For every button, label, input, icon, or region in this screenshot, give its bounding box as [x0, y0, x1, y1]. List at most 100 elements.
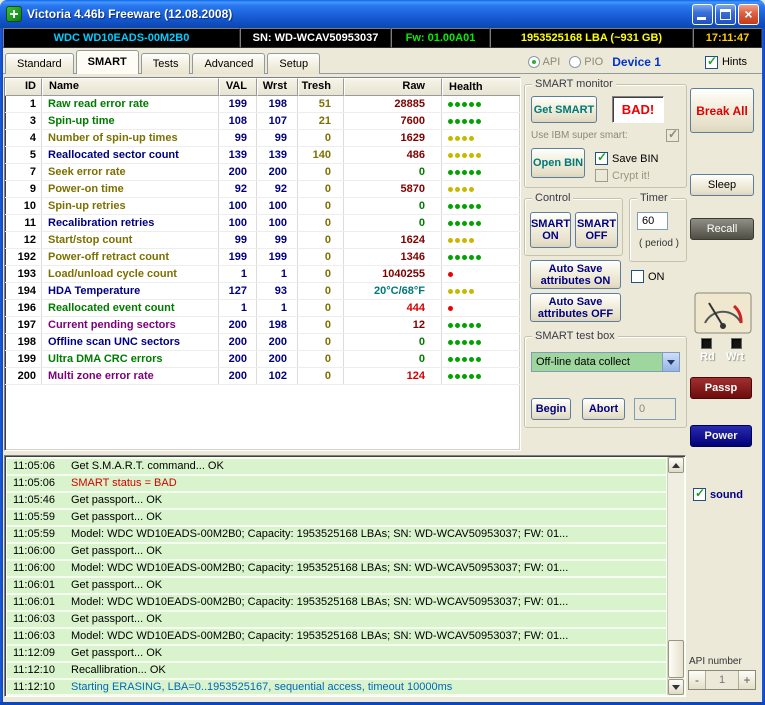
cell-val: 200	[219, 164, 257, 180]
health-dot-icon	[462, 204, 467, 209]
health-dot-icon	[469, 374, 474, 379]
health-dot-icon	[455, 374, 460, 379]
table-row[interactable]: 9Power-on time929205870	[5, 181, 520, 198]
health-dot-icon	[469, 187, 474, 192]
cell-name: Spin-up time	[42, 113, 219, 129]
hints-checkbox[interactable]: ✓	[705, 56, 718, 69]
cell-health	[442, 181, 520, 197]
table-row[interactable]: 4Number of spin-up times999901629	[5, 130, 520, 147]
cell-name: Recalibration retries	[42, 215, 219, 231]
crypt-checkbox[interactable]	[595, 169, 608, 182]
cell-name: Ultra DMA CRC errors	[42, 351, 219, 367]
cell-raw: 20°C/68°F	[344, 283, 442, 299]
get-smart-button[interactable]: Get SMART	[531, 96, 597, 123]
table-row[interactable]: 193Load/unload cycle count1101040255	[5, 266, 520, 283]
tab-tests[interactable]: Tests	[141, 53, 191, 74]
table-row[interactable]: 192Power-off retract count19919901346	[5, 249, 520, 266]
tab-advanced[interactable]: Advanced	[192, 53, 265, 74]
table-row[interactable]: 198Offline scan UNC sectors20020000	[5, 334, 520, 351]
log-panel: 11:05:06Get S.M.A.R.T. command... OK11:0…	[4, 455, 686, 697]
recall-button[interactable]: Recall	[690, 218, 754, 240]
cell-raw: 1624	[344, 232, 442, 248]
smart-on-button[interactable]: SMART ON	[530, 212, 571, 248]
cell-wrst: 92	[257, 181, 298, 197]
passport-button[interactable]: Passp	[690, 377, 752, 399]
tab-setup[interactable]: Setup	[267, 53, 320, 74]
health-dot-icon	[469, 102, 474, 107]
cell-raw: 5870	[344, 181, 442, 197]
table-row[interactable]: 5Reallocated sector count139139140486	[5, 147, 520, 164]
health-dot-icon	[455, 136, 460, 141]
close-icon: ×	[739, 5, 758, 24]
health-dot-icon	[462, 340, 467, 345]
cell-tresh: 0	[298, 266, 344, 282]
pio-radio[interactable]	[569, 56, 581, 68]
scroll-thumb[interactable]	[668, 640, 684, 678]
minimize-button[interactable]	[692, 4, 713, 25]
table-row[interactable]: 10Spin-up retries10010000	[5, 198, 520, 215]
sleep-button[interactable]: Sleep	[690, 174, 754, 196]
close-button[interactable]: ×	[738, 4, 759, 25]
scroll-up-button[interactable]	[668, 457, 684, 473]
health-dot-icon	[455, 153, 460, 158]
api-radio[interactable]	[528, 56, 540, 68]
smart-table: ID Name VAL Wrst Tresh Raw Health 1Raw r…	[4, 77, 521, 451]
save-bin-checkbox[interactable]: ✓	[595, 152, 608, 165]
cell-wrst: 107	[257, 113, 298, 129]
log-time: 11:12:09	[7, 646, 71, 661]
ibm-smart-checkbox[interactable]: ✓	[666, 129, 679, 142]
api-number-decrement-button[interactable]: -	[689, 671, 706, 689]
cell-val: 200	[219, 368, 257, 384]
power-button[interactable]: Power	[690, 425, 752, 447]
sound-checkbox[interactable]: ✓	[693, 488, 706, 501]
table-row[interactable]: 194HDA Temperature12793020°C/68°F	[5, 283, 520, 300]
log-scrollbar[interactable]	[667, 457, 684, 695]
table-row[interactable]: 199Ultra DMA CRC errors20020000	[5, 351, 520, 368]
cell-health	[442, 113, 520, 129]
health-dot-icon	[455, 221, 460, 226]
break-all-button[interactable]: Break All	[690, 88, 754, 133]
table-row[interactable]: 7Seek error rate20020000	[5, 164, 520, 181]
cell-val: 200	[219, 317, 257, 333]
log-lines: 11:05:06Get S.M.A.R.T. command... OK11:0…	[7, 459, 666, 694]
table-row[interactable]: 196Reallocated event count110444	[5, 300, 520, 317]
log-line: 11:05:46Get passport... OK	[7, 493, 666, 508]
api-number-spinner: - 1 +	[688, 670, 756, 690]
table-row[interactable]: 12Start/stop count999901624	[5, 232, 520, 249]
abort-button[interactable]: Abort	[582, 398, 625, 420]
health-dot-icon	[448, 170, 453, 175]
autosave-on-button[interactable]: Auto Save attributes ON	[530, 260, 621, 289]
autosave-off-button[interactable]: Auto Save attributes OFF	[530, 293, 621, 322]
cell-name: Current pending sectors	[42, 317, 219, 333]
smart-off-button[interactable]: SMART OFF	[575, 212, 618, 248]
timer-on-checkbox[interactable]	[631, 270, 644, 283]
cell-tresh: 0	[298, 181, 344, 197]
check-icon: ✓	[707, 54, 717, 68]
api-number-increment-button[interactable]: +	[738, 671, 755, 689]
table-row[interactable]: 3Spin-up time108107217600	[5, 113, 520, 130]
timer-period-input[interactable]: 60	[637, 212, 668, 230]
tab-extras: API PIO Device 1 ✓ Hints	[528, 55, 747, 69]
cell-wrst: 200	[257, 334, 298, 350]
table-row[interactable]: 11Recalibration retries10010000	[5, 215, 520, 232]
cell-raw: 0	[344, 351, 442, 367]
tab-smart[interactable]: SMART	[76, 50, 139, 74]
health-dot-icon	[448, 255, 453, 260]
health-dot-icon	[455, 323, 460, 328]
open-bin-button[interactable]: Open BIN	[531, 148, 585, 178]
cell-wrst: 1	[257, 300, 298, 316]
health-dot-icon	[448, 238, 453, 243]
health-dot-icon	[476, 119, 481, 124]
titlebar[interactable]: Victoria 4.46b Freeware (12.08.2008) ×	[0, 0, 765, 28]
table-row[interactable]: 1Raw read error rate1991985128885	[5, 96, 520, 113]
begin-button[interactable]: Begin	[531, 398, 571, 420]
table-row[interactable]: 197Current pending sectors200198012	[5, 317, 520, 334]
maximize-button[interactable]	[715, 4, 736, 25]
table-row[interactable]: 200Multi zone error rate2001020124	[5, 368, 520, 385]
scroll-down-button[interactable]	[668, 679, 684, 695]
log-time: 11:12:10	[7, 663, 71, 678]
log-time: 11:06:01	[7, 578, 71, 593]
smart-test-select[interactable]: Off-line data collect	[531, 352, 680, 372]
dropdown-button[interactable]	[662, 353, 679, 371]
tab-standard[interactable]: Standard	[5, 53, 74, 74]
